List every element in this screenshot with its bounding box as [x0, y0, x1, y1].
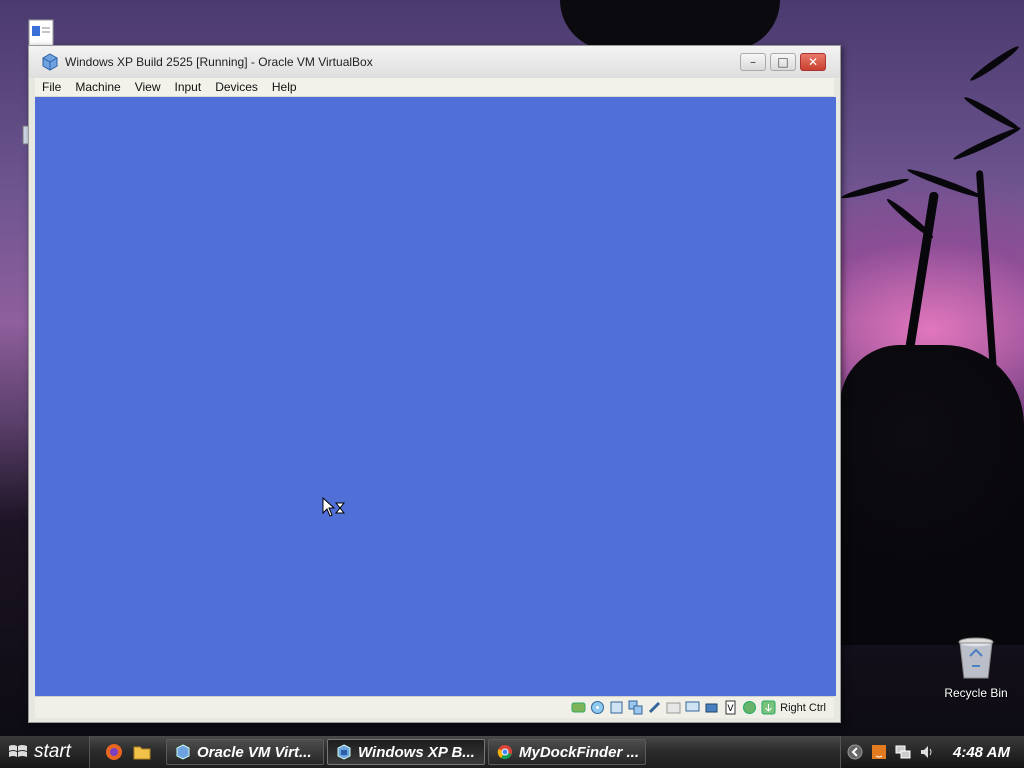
- taskbar-item-windows-xp-vm[interactable]: Windows XP B...: [327, 739, 485, 765]
- network-icon[interactable]: [895, 744, 911, 760]
- clock[interactable]: 4:48 AM: [953, 744, 1010, 761]
- folder-icon: [133, 746, 151, 760]
- host-key-icon[interactable]: [761, 700, 776, 715]
- windows-logo-icon: [9, 745, 27, 757]
- audio-icon[interactable]: [609, 700, 624, 715]
- task-label: Oracle VM Virt...: [197, 743, 312, 761]
- network-icon[interactable]: [628, 700, 643, 715]
- recycle-bin-icon: [958, 637, 994, 679]
- title-bar[interactable]: Windows XP Build 2525 [Running] - Oracle…: [29, 46, 840, 78]
- java-update-icon[interactable]: [871, 744, 887, 760]
- start-button[interactable]: start: [0, 736, 90, 768]
- recycle-bin-label: Recycle Bin: [944, 686, 1008, 700]
- volume-icon[interactable]: [919, 744, 935, 760]
- taskbar-item-mydockfinder[interactable]: MyDockFinder ...: [488, 739, 646, 765]
- video-capture-icon[interactable]: [704, 700, 719, 715]
- host-key-label: Right Ctrl: [780, 701, 826, 714]
- menu-machine[interactable]: Machine: [68, 80, 127, 94]
- window-title: Windows XP Build 2525 [Running] - Oracle…: [65, 55, 373, 69]
- display-icon[interactable]: [685, 700, 700, 715]
- xp-vm-icon: [337, 744, 351, 760]
- menu-help[interactable]: Help: [265, 80, 304, 94]
- status-bar: V Right Ctrl: [35, 696, 834, 718]
- shared-folders-icon[interactable]: [666, 700, 681, 715]
- quicklaunch-firefox[interactable]: [100, 736, 128, 768]
- menu-input[interactable]: Input: [168, 80, 209, 94]
- virtualbox-icon: [176, 744, 190, 760]
- taskbar-item-virtualbox-manager[interactable]: Oracle VM Virt...: [166, 739, 324, 765]
- menu-view[interactable]: View: [128, 80, 168, 94]
- menu-devices[interactable]: Devices: [208, 80, 265, 94]
- virtualbox-window: Windows XP Build 2525 [Running] - Oracle…: [28, 45, 841, 723]
- firefox-icon: [106, 744, 122, 760]
- close-button[interactable]: ✕: [800, 53, 826, 71]
- busy-cursor-icon: [322, 497, 346, 517]
- task-label: Windows XP B...: [358, 743, 475, 761]
- foliage-silhouette: [840, 345, 1024, 645]
- svg-text:V: V: [728, 704, 735, 714]
- minimize-button[interactable]: –: [740, 53, 766, 71]
- quicklaunch-explorer[interactable]: [128, 736, 156, 768]
- menu-bar: File Machine View Input Devices Help: [35, 78, 834, 97]
- start-label: start: [34, 741, 71, 762]
- hard-disk-icon[interactable]: [571, 700, 586, 715]
- chrome-icon: [497, 745, 512, 760]
- virtualbox-icon: [42, 53, 58, 71]
- desktop-icon-recycle-bin[interactable]: Recycle Bin: [936, 636, 1016, 700]
- optical-drive-icon[interactable]: [590, 700, 605, 715]
- system-tray: 4:48 AM: [840, 736, 1024, 768]
- usb-icon[interactable]: [647, 700, 662, 715]
- mouse-integration-icon[interactable]: [742, 700, 757, 715]
- palm-silhouette-top: [560, 0, 780, 50]
- vm-display[interactable]: [35, 97, 836, 696]
- maximize-button[interactable]: □: [770, 53, 796, 71]
- virtualization-icon[interactable]: V: [723, 700, 738, 715]
- menu-file[interactable]: File: [35, 80, 68, 94]
- taskbar: start Oracle VM Virt... Windows XP B... …: [0, 736, 1024, 768]
- task-label: MyDockFinder ...: [519, 743, 640, 761]
- chevron-left-icon[interactable]: [847, 744, 863, 760]
